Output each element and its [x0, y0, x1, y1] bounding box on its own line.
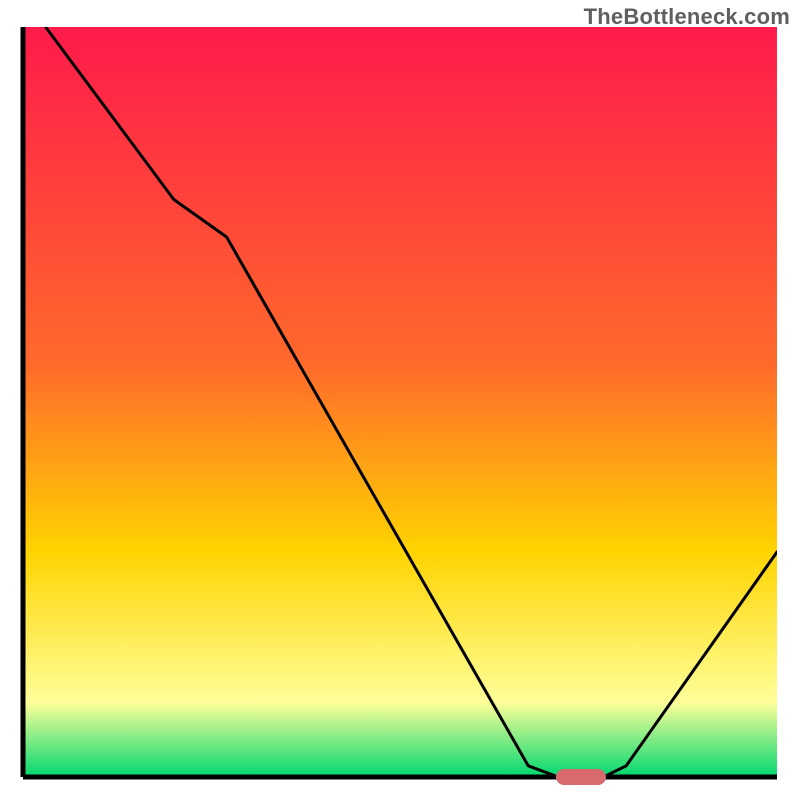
gradient-background [23, 27, 777, 777]
bottleneck-curve-chart [0, 0, 800, 800]
optimum-marker [556, 770, 605, 785]
chart-frame: TheBottleneck.com [0, 0, 800, 800]
